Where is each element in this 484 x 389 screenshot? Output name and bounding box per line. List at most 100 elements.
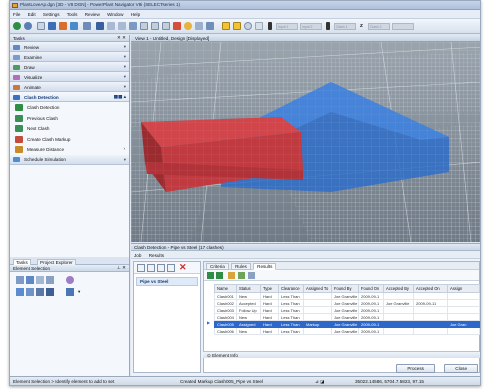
section-clash-detection[interactable]: Clash Detection ▦▦ ▴ (10, 92, 129, 102)
col-assign[interactable]: Assign (447, 284, 480, 293)
menu-edit[interactable]: Edit (28, 12, 36, 17)
pan-icon[interactable] (162, 22, 170, 30)
input-field-4[interactable]: Clash 2 (368, 23, 390, 30)
col-found-by[interactable]: Found By (331, 284, 359, 293)
task-measure-distance[interactable]: Measure Distance › (10, 144, 129, 155)
panel-close-icon[interactable]: ✕ ✕ (117, 35, 126, 41)
task-clash-detection[interactable]: Clash Detection (10, 102, 129, 113)
view-icon[interactable] (70, 22, 78, 30)
col-found-on[interactable]: Found On (358, 284, 384, 293)
section-examine[interactable]: Examine ▾ (10, 52, 129, 62)
selection-mode-icon[interactable] (16, 288, 24, 296)
fence-icon[interactable] (26, 276, 34, 284)
forward-icon[interactable] (24, 22, 32, 30)
table-row[interactable]: Clash001 New Hard Less Than Joe Granville 200… (214, 292, 480, 300)
table-row[interactable]: Clash004 New Hard Less Than Joe Granville 200… (214, 313, 480, 321)
edit-test-icon[interactable] (167, 264, 175, 272)
process-button[interactable]: Process (396, 364, 435, 373)
options-icon[interactable] (66, 276, 74, 284)
pointer-icon[interactable] (96, 22, 104, 30)
col-type[interactable]: Type (260, 284, 279, 293)
rotate-icon[interactable] (151, 22, 159, 30)
add-icon[interactable] (36, 276, 44, 284)
clash-highlight-icon[interactable] (222, 22, 230, 30)
section-visualize[interactable]: Visualize ▾ (10, 72, 129, 82)
section-schedule-simulation[interactable]: Schedule Simulation ▾ (10, 154, 129, 165)
col-clearance[interactable]: Clearance (278, 284, 304, 293)
edit-icon[interactable] (59, 22, 67, 30)
save-test-icon[interactable] (147, 264, 155, 272)
tab-job[interactable]: Job (134, 253, 141, 258)
remove-icon[interactable] (36, 288, 44, 296)
section-animate[interactable]: Animate ▾ (10, 82, 129, 92)
walk-icon[interactable] (206, 22, 214, 30)
render-icon[interactable] (173, 22, 181, 30)
tab-results-list[interactable]: Results (253, 263, 277, 270)
menu-window[interactable]: Window (107, 12, 123, 17)
input-field-2[interactable]: Input 2 (300, 23, 322, 30)
table-row-selected[interactable]: Clash005 Assigned Hard Less Than Markup Joe G… (214, 320, 480, 328)
info-icon[interactable] (37, 22, 45, 30)
col-name[interactable]: Name (214, 284, 237, 293)
menu-review[interactable]: Review (85, 12, 100, 17)
y-axis-icon[interactable] (326, 22, 330, 30)
copy-test-icon[interactable] (157, 264, 165, 272)
zoom-out-icon[interactable] (118, 22, 126, 30)
col-accepted-on[interactable]: Accepted On (413, 284, 448, 293)
view-1[interactable]: View 1 - Untitled, Design [Displayed] (131, 35, 481, 242)
line-icon[interactable] (46, 276, 54, 284)
test-item-pipe-vs-steel[interactable]: Pipe vs Steel (136, 277, 198, 286)
table-row[interactable]: Clash003 Follow Up Hard Less Than Joe Granvi… (214, 306, 480, 314)
clash-icon[interactable] (233, 22, 241, 30)
delete-test-icon[interactable]: ✕ (179, 263, 187, 272)
chevron-down-icon[interactable]: ▾ (78, 289, 80, 295)
report-icon[interactable] (248, 272, 255, 279)
col-assigned-to[interactable]: Assigned To (303, 284, 332, 293)
table-row[interactable]: Clash002 Accepted Hard Less Than Joe Granvil… (214, 299, 480, 307)
grid-icon[interactable]: ▦▦ ▴ (114, 94, 126, 100)
3d-model-scene[interactable] (131, 42, 481, 242)
save-icon[interactable] (83, 22, 91, 30)
menu-file[interactable]: File (13, 12, 20, 17)
magnet-icon[interactable] (66, 288, 74, 296)
input-field-3[interactable]: Clash 1 (334, 23, 356, 30)
menu-help[interactable]: Help (131, 12, 140, 17)
table-row[interactable]: Clash006 New Hard Less Than Joe Granville 200… (214, 327, 480, 335)
select-element-icon[interactable] (16, 276, 24, 284)
fit-icon[interactable] (129, 22, 137, 30)
task-next-clash[interactable]: Next Clash (10, 123, 129, 134)
task-create-clash-markup[interactable]: Create Clash Markup (10, 134, 129, 145)
tab-rules[interactable]: Rules (231, 263, 251, 270)
select-icon[interactable] (48, 22, 56, 30)
cross-icon[interactable] (255, 22, 263, 30)
task-previous-clash[interactable]: Previous Clash (10, 113, 129, 124)
clear-icon[interactable] (244, 22, 252, 30)
pin-icon[interactable]: ⊥ ✕ (117, 265, 126, 271)
window-area-icon[interactable] (140, 22, 148, 30)
camera-icon[interactable] (195, 22, 203, 30)
element-info-bar[interactable]: ⊙ Element Info (203, 351, 480, 358)
extend-icon[interactable] (26, 288, 34, 296)
back-icon[interactable] (13, 22, 21, 30)
input-field-1[interactable]: Input 1 (276, 23, 298, 30)
section-draw[interactable]: Draw ▾ (10, 62, 129, 72)
x-axis-icon[interactable] (268, 22, 272, 30)
input-field-5[interactable] (392, 23, 414, 30)
run-clash-icon[interactable] (207, 272, 214, 279)
zoom-in-icon[interactable] (107, 22, 115, 30)
section-review[interactable]: Review ▾ (10, 42, 129, 52)
menu-settings[interactable]: Settings (43, 12, 60, 17)
filter-icon[interactable] (238, 272, 245, 279)
tab-criteria[interactable]: Criteria (206, 263, 229, 270)
col-status[interactable]: Status (236, 284, 261, 293)
lock-icon[interactable]: ⊿ ◪ (315, 379, 324, 385)
menu-tools[interactable]: Tools (67, 12, 78, 17)
close-button[interactable]: Close (444, 364, 478, 373)
tab-results[interactable]: Results (149, 253, 164, 258)
col-accepted-by[interactable]: Accepted By (383, 284, 414, 293)
new-test-icon[interactable] (137, 264, 145, 272)
markup-icon[interactable] (228, 272, 235, 279)
invert-icon[interactable] (46, 288, 54, 296)
lights-icon[interactable] (184, 22, 192, 30)
reset-icon[interactable] (216, 272, 223, 279)
